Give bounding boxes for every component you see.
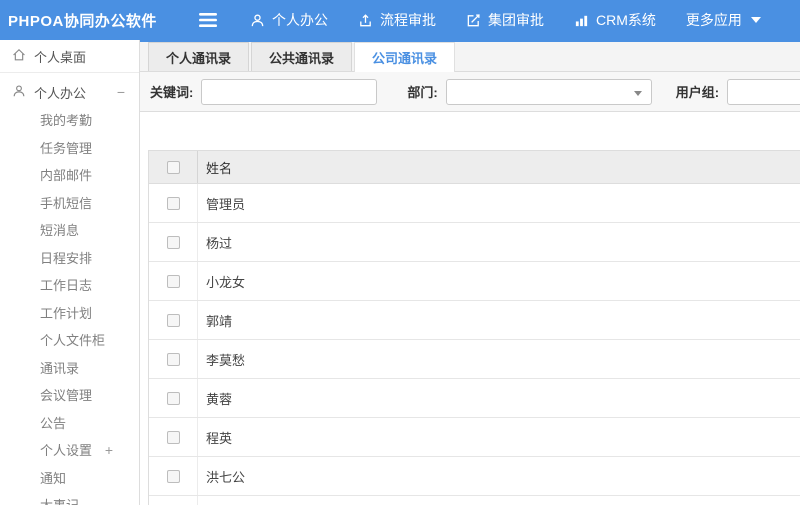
name-column-header: 姓名 — [206, 160, 233, 176]
department-label: 部门: — [407, 85, 438, 100]
row-checkbox[interactable] — [166, 274, 180, 288]
usergroup-input[interactable] — [727, 78, 800, 105]
nav-item-more-apps[interactable]: 更多应用 — [686, 10, 761, 30]
table-row[interactable]: 管理员 — [149, 184, 800, 223]
person-icon — [250, 13, 265, 28]
usergroup-label: 用户组: — [675, 85, 720, 100]
person-icon — [12, 84, 26, 101]
table-header-row: 姓名 — [149, 150, 800, 184]
sidebar-item-short-message[interactable]: 短消息 — [0, 217, 139, 245]
keyword-label: 关键词: — [150, 85, 194, 100]
table-row[interactable]: 杨过 — [149, 223, 800, 262]
contact-name: 黄蓉 — [206, 391, 233, 407]
table-row-partial — [149, 496, 800, 505]
content-area: 个人通讯录 公共通讯录 公司通讯录 关键词: 部门: 用户组: 姓名 管理员 杨… — [140, 40, 800, 505]
contact-name: 管理员 — [206, 196, 246, 212]
sidebar-item-schedule[interactable]: 日程安排 — [0, 245, 139, 273]
table-row[interactable]: 小龙女 — [149, 262, 800, 301]
contact-name: 洪七公 — [206, 469, 246, 485]
row-checkbox[interactable] — [166, 469, 180, 483]
contact-name: 程英 — [206, 430, 233, 446]
row-checkbox[interactable] — [166, 196, 180, 210]
contact-name: 李莫愁 — [206, 352, 246, 368]
sidebar-item-notice[interactable]: 通知 — [0, 465, 139, 493]
row-checkbox[interactable] — [166, 235, 180, 249]
table-row[interactable]: 黄蓉 — [149, 379, 800, 418]
bar-chart-icon — [574, 13, 589, 28]
top-navbar: PHPOA协同办公软件 个人办公 流程审批 集团审批 CRM系统 更多应用 — [0, 0, 800, 40]
tab-company-contacts[interactable]: 公司通讯录 — [354, 42, 456, 72]
select-arrow-icon — [633, 90, 642, 96]
workflow-approval-icon — [358, 13, 373, 28]
collapse-minus-icon[interactable]: − — [117, 84, 125, 100]
nav-item-personal-office[interactable]: 个人办公 — [250, 10, 328, 30]
tab-public-contacts[interactable]: 公共通讯录 — [251, 42, 353, 71]
contact-name: 郭靖 — [206, 313, 233, 329]
table-row[interactable]: 郭靖 — [149, 301, 800, 340]
contacts-table: 姓名 管理员 杨过 小龙女 郭靖 李莫愁 黄蓉 程英 洪七公 — [148, 150, 800, 505]
select-all-checkbox[interactable] — [166, 160, 180, 174]
edit-approval-icon — [466, 13, 481, 28]
sidebar-item-personal-settings[interactable]: 个人设置 + — [0, 437, 139, 465]
sidebar-item-meeting-management[interactable]: 会议管理 — [0, 382, 139, 410]
table-row[interactable]: 程英 — [149, 418, 800, 457]
filter-bar: 关键词: 部门: 用户组: — [140, 72, 800, 112]
contact-name: 杨过 — [206, 235, 233, 251]
table-row[interactable]: 李莫愁 — [149, 340, 800, 379]
sidebar-item-file-cabinet[interactable]: 个人文件柜 — [0, 327, 139, 355]
row-checkbox[interactable] — [166, 391, 180, 405]
top-nav-menu: 个人办公 流程审批 集团审批 CRM系统 更多应用 — [250, 10, 761, 30]
sidebar-item-task-management[interactable]: 任务管理 — [0, 135, 139, 163]
nav-item-crm-system[interactable]: CRM系统 — [574, 10, 656, 30]
row-checkbox[interactable] — [166, 352, 180, 366]
sidebar-item-attendance[interactable]: 我的考勤 — [0, 107, 139, 135]
contact-name: 小龙女 — [206, 274, 246, 290]
row-checkbox[interactable] — [166, 313, 180, 327]
nav-item-workflow-approval[interactable]: 流程审批 — [358, 10, 436, 30]
sidebar-section-personal-office[interactable]: 个人办公 − — [0, 77, 139, 107]
expand-plus-icon[interactable]: + — [105, 437, 113, 465]
tab-bar: 个人通讯录 公共通讯录 公司通讯录 — [140, 42, 800, 72]
home-icon — [12, 48, 26, 65]
sidebar-item-work-log[interactable]: 工作日志 — [0, 272, 139, 300]
sidebar-item-sms[interactable]: 手机短信 — [0, 190, 139, 218]
tab-personal-contacts[interactable]: 个人通讯录 — [148, 42, 250, 71]
app-window: PHPOA协同办公软件 个人办公 流程审批 集团审批 CRM系统 更多应用 个人… — [0, 0, 800, 505]
sidebar-item-major-events[interactable]: 大事记 — [0, 492, 139, 505]
caret-down-icon — [750, 17, 761, 23]
content-spacer — [140, 112, 800, 150]
app-title: PHPOA协同办公软件 — [8, 12, 157, 30]
sidebar-item-desktop[interactable]: 个人桌面 — [0, 40, 139, 73]
sidebar-item-announcement[interactable]: 公告 — [0, 410, 139, 438]
table-row[interactable]: 洪七公 — [149, 457, 800, 496]
nav-item-group-approval[interactable]: 集团审批 — [466, 10, 544, 30]
hamburger-menu-icon[interactable] — [198, 13, 218, 27]
sidebar-submenu: 我的考勤 任务管理 内部邮件 手机短信 短消息 日程安排 工作日志 工作计划 个… — [0, 107, 139, 437]
department-select[interactable] — [445, 78, 652, 105]
row-checkbox[interactable] — [166, 430, 180, 444]
sidebar-item-internal-mail[interactable]: 内部邮件 — [0, 162, 139, 190]
keyword-input[interactable] — [201, 78, 378, 105]
sidebar-item-work-plan[interactable]: 工作计划 — [0, 300, 139, 328]
sidebar-item-contacts[interactable]: 通讯录 — [0, 355, 139, 383]
sidebar: 个人桌面 个人办公 − 我的考勤 任务管理 内部邮件 手机短信 短消息 日程安排… — [0, 40, 140, 505]
